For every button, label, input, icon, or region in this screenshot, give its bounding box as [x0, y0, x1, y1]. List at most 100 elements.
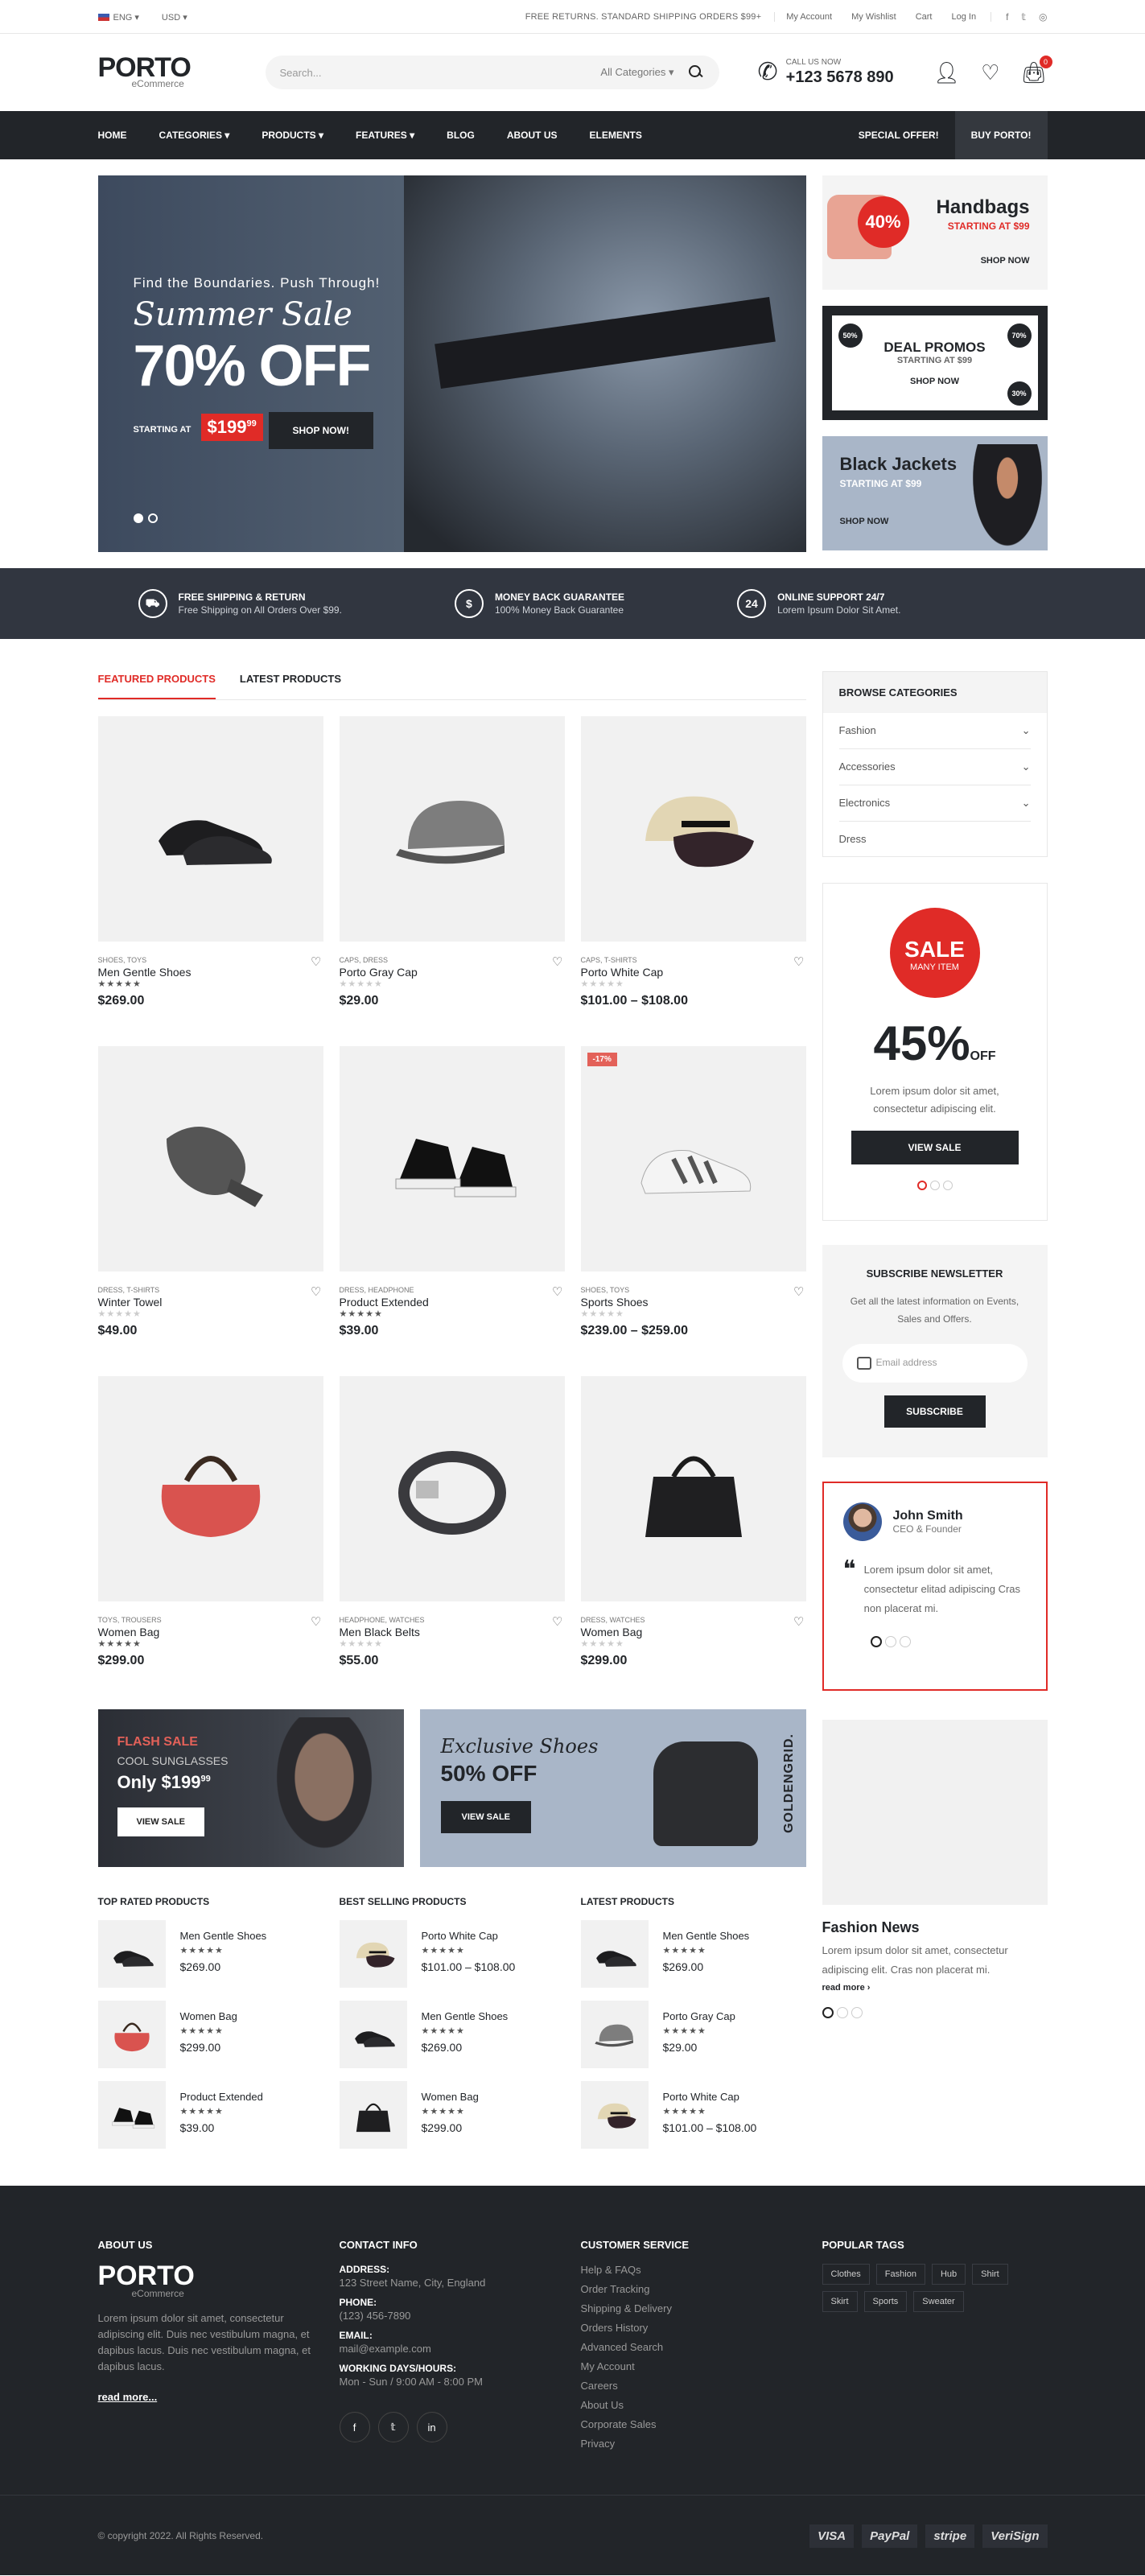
product-name[interactable]: Porto White Cap	[422, 1930, 516, 1942]
list-item[interactable]: Product Extended ★★★★★ $39.00	[97, 2081, 323, 2162]
product-card[interactable]: CAPS, T-SHIRTS Porto White Cap ★★★★★ $101.0…	[580, 716, 806, 1046]
product-card[interactable]: -17% SHOES, TOYS Sports Shoes ★★★★★ $239.00 …	[580, 1046, 806, 1376]
linkedin-icon[interactable]: in	[416, 2412, 447, 2442]
sale-dot-1[interactable]	[916, 1181, 927, 1190]
product-card[interactable]: CAPS, DRESS Porto Gray Cap ★★★★★ $29.00 ♡	[339, 716, 565, 1046]
logo[interactable]: PORTO eCommerce	[98, 54, 259, 89]
my-wishlist-link[interactable]: My Wishlist	[851, 12, 896, 22]
wishlist-heart-icon[interactable]: ♡	[793, 1614, 804, 1629]
news-dot-1[interactable]	[822, 2007, 834, 2018]
wishlist-heart-icon[interactable]: ♡	[311, 954, 321, 969]
news-dot-2[interactable]	[836, 2007, 848, 2018]
product-card[interactable]: HEADPHONE, WATCHES Men Black Belts ★★★★★ $5…	[339, 1376, 565, 1706]
slider-dot-1[interactable]	[133, 513, 143, 523]
instagram-icon[interactable]: ◎	[1039, 11, 1047, 23]
currency-switcher[interactable]: USD ▾	[162, 12, 187, 23]
product-category[interactable]: CAPS, T-SHIRTS	[581, 956, 806, 964]
product-image[interactable]	[580, 1376, 806, 1601]
twitter-icon[interactable]: 𝕥	[1021, 11, 1026, 23]
tag-link[interactable]: Shirt	[972, 2264, 1008, 2285]
customer-service-link[interactable]: Order Tracking	[581, 2283, 806, 2302]
product-image[interactable]	[97, 1046, 323, 1272]
wishlist-heart-icon[interactable]: ♡	[552, 1284, 562, 1299]
exclusive-shoes-view-button[interactable]: VIEW SALE	[440, 1801, 532, 1833]
product-name[interactable]: Women Bag	[180, 2010, 237, 2022]
twitter-icon[interactable]: 𝕥	[377, 2412, 409, 2442]
customer-service-link[interactable]: My Account	[581, 2360, 806, 2380]
subscribe-button[interactable]: SUBSCRIBE	[883, 1395, 986, 1428]
product-category[interactable]: DRESS, T-SHIRTS	[98, 1286, 323, 1294]
category-dress[interactable]: Dress	[839, 822, 1031, 856]
list-item[interactable]: Porto White Cap ★★★★★ $101.00 – $108.00	[339, 1920, 565, 2001]
product-name[interactable]: Women Bag	[422, 2091, 479, 2103]
customer-service-link[interactable]: Privacy	[581, 2438, 806, 2457]
product-name[interactable]: Men Gentle Shoes	[98, 966, 323, 979]
chevron-down-icon[interactable]: ⌄	[1022, 724, 1031, 737]
wishlist-heart-icon[interactable]: ♡	[552, 1614, 562, 1629]
testimonial-dot-2[interactable]	[884, 1636, 896, 1647]
category-electronics[interactable]: Electronics ⌄	[838, 785, 1031, 822]
product-category[interactable]: SHOES, TOYS	[98, 956, 323, 964]
product-card[interactable]: TOYS, TROUSERS Women Bag ★★★★★ $299.00 ♡	[97, 1376, 323, 1706]
product-image[interactable]	[97, 1376, 323, 1601]
nav-elements[interactable]: ELEMENTS	[590, 130, 642, 141]
nav-products[interactable]: PRODUCTS ▾	[262, 130, 323, 141]
list-item[interactable]: Porto White Cap ★★★★★ $101.00 – $108.00	[580, 2081, 806, 2162]
product-image[interactable]: -17%	[580, 1046, 806, 1272]
tab-latest-products[interactable]: LATEST PRODUCTS	[240, 671, 341, 699]
product-card[interactable]: SHOES, TOYS Men Gentle Shoes ★★★★★ $269.00 ♡	[97, 716, 323, 1046]
read-more-link[interactable]: read more ›	[822, 1983, 1048, 1993]
facebook-icon[interactable]: f	[339, 2412, 370, 2442]
tag-link[interactable]: Hub	[931, 2264, 966, 2285]
customer-service-link[interactable]: Help & FAQs	[581, 2264, 806, 2283]
user-icon[interactable]: 👤︎	[933, 60, 960, 85]
testimonial-dot-1[interactable]	[870, 1636, 882, 1647]
flash-sale-view-button[interactable]: VIEW SALE	[117, 1807, 205, 1836]
handbags-shop-now[interactable]: SHOP NOW	[981, 256, 1030, 266]
product-name[interactable]: Sports Shoes	[581, 1296, 806, 1309]
shop-now-button[interactable]: SHOP NOW!	[268, 412, 373, 449]
sale-dot-2[interactable]	[929, 1181, 940, 1190]
product-thumbnail[interactable]	[339, 2081, 407, 2149]
product-name[interactable]: Porto Gray Cap	[663, 2010, 735, 2022]
nav-blog[interactable]: BLOG	[447, 130, 475, 141]
nav-home[interactable]: HOME	[98, 130, 127, 141]
sale-dot-3[interactable]	[942, 1181, 953, 1190]
product-category[interactable]: DRESS, WATCHES	[581, 1616, 806, 1624]
cart-link[interactable]: Cart	[916, 12, 933, 22]
wishlist-heart-icon[interactable]: ♡	[793, 1284, 804, 1299]
product-name[interactable]: Men Gentle Shoes	[422, 2010, 509, 2022]
exclusive-shoes-banner[interactable]: Exclusive Shoes 50% OFF VIEW SALE GOLDEN…	[419, 1709, 806, 1867]
product-category[interactable]: DRESS, HEADPHONE	[340, 1286, 565, 1294]
customer-service-link[interactable]: Orders History	[581, 2322, 806, 2341]
handbags-banner[interactable]: 40% Handbags STARTING AT $99 SHOP NOW	[822, 175, 1048, 290]
product-image[interactable]	[580, 716, 806, 942]
wishlist-heart-icon[interactable]: ♡	[981, 60, 999, 85]
newsletter-email-input[interactable]: Email address	[842, 1344, 1028, 1383]
list-item[interactable]: Porto Gray Cap ★★★★★ $29.00	[580, 2001, 806, 2081]
product-category[interactable]: SHOES, TOYS	[581, 1286, 806, 1294]
product-name[interactable]: Women Bag	[581, 1626, 806, 1638]
product-category[interactable]: TOYS, TROUSERS	[98, 1616, 323, 1624]
product-name[interactable]: Winter Towel	[98, 1296, 323, 1309]
product-image[interactable]	[339, 716, 565, 942]
wishlist-heart-icon[interactable]: ♡	[311, 1284, 321, 1299]
product-thumbnail[interactable]	[97, 1920, 166, 1988]
list-item[interactable]: Women Bag ★★★★★ $299.00	[339, 2081, 565, 2162]
product-thumbnail[interactable]	[580, 2001, 649, 2068]
product-image[interactable]	[97, 716, 323, 942]
special-offer-link[interactable]: SPECIAL OFFER!	[842, 111, 955, 159]
deal-promos-banner[interactable]: 50% 70% 30% DEAL PROMOS STARTING AT $99 …	[822, 306, 1048, 420]
slider-dot-2[interactable]	[147, 513, 158, 523]
flash-sale-banner[interactable]: FLASH SALE COOL SUNGLASSES Only $19999 V…	[97, 1709, 404, 1867]
search-input[interactable]: Search...	[280, 67, 601, 79]
footer-read-more-link[interactable]: read more...	[98, 2391, 323, 2403]
wishlist-heart-icon[interactable]: ♡	[793, 954, 804, 969]
footer-logo[interactable]: PORTO eCommerce	[98, 2262, 323, 2299]
language-switcher[interactable]: ENG ▾	[97, 12, 139, 23]
product-category[interactable]: CAPS, DRESS	[340, 956, 565, 964]
black-jackets-banner[interactable]: Black Jackets STARTING AT $99 SHOP NOW	[822, 436, 1048, 550]
product-name[interactable]: Porto White Cap	[663, 2091, 757, 2103]
product-thumbnail[interactable]	[339, 1920, 407, 1988]
wishlist-heart-icon[interactable]: ♡	[311, 1614, 321, 1629]
